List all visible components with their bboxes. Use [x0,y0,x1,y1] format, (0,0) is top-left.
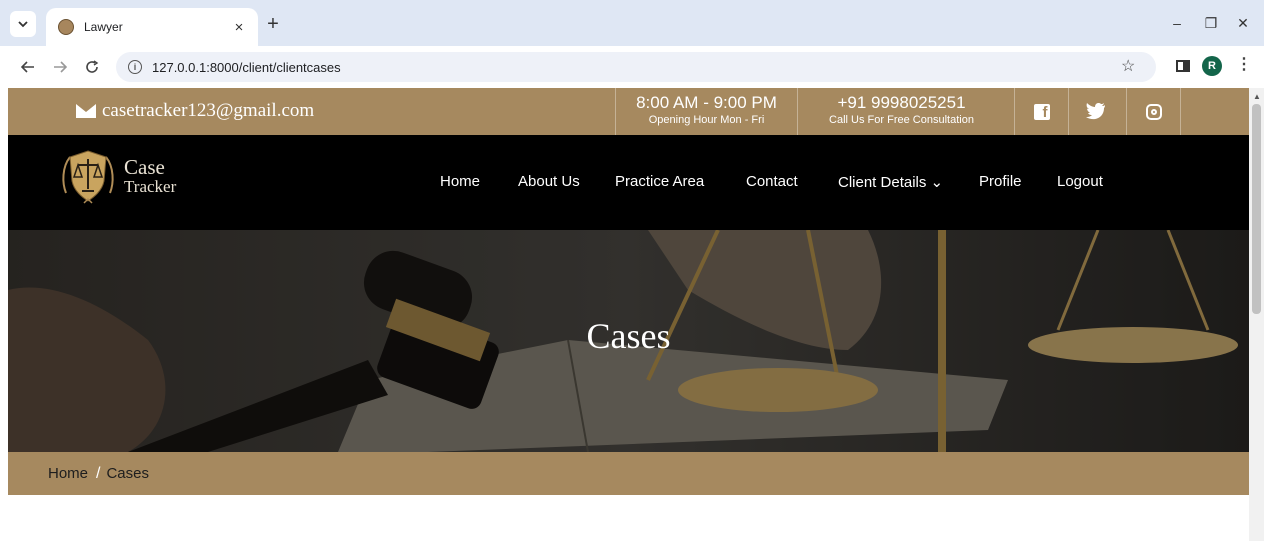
social-divider [1180,88,1181,135]
instagram-link[interactable] [1126,88,1180,135]
tab-title: Lawyer [84,20,123,34]
email-text: casetracker123@gmail.com [102,100,315,121]
profile-avatar[interactable]: R [1202,56,1222,76]
minimize-button[interactable]: – [1166,12,1188,34]
logo-text-line1: Case [124,155,165,179]
hero-banner: Cases [8,230,1249,452]
phone-contact: +91 9998025251 Call Us For Free Consulta… [797,88,1005,135]
nav-home[interactable]: Home [440,173,480,190]
nav-contact[interactable]: Contact [746,173,798,190]
breadcrumb-current: Cases [106,465,149,482]
opening-hours: 8:00 AM - 9:00 PM Opening Hour Mon - Fri [615,88,797,135]
back-button[interactable] [16,55,40,79]
twitter-link[interactable] [1068,88,1122,135]
twitter-icon [1085,103,1105,120]
phone-text: +91 9998025251 [837,93,966,112]
breadcrumb: Home / Cases [8,452,1249,495]
top-info-bar: casetracker123@gmail.com 8:00 AM - 9:00 … [8,88,1249,135]
reload-icon [86,60,99,73]
nav-logout[interactable]: Logout [1057,173,1103,190]
email-contact[interactable]: casetracker123@gmail.com [76,100,314,122]
facebook-link[interactable]: f [1014,88,1068,135]
browser-menu-icon[interactable]: ⋮ [1236,54,1252,74]
browser-tab-strip: Lawyer × + – ❐ ✕ [0,0,1264,46]
envelope-icon [76,104,96,118]
nav-client-details-dropdown[interactable]: Client Details ⌄ [838,173,943,191]
facebook-icon: f [1033,103,1050,120]
forward-button[interactable] [48,55,72,79]
forward-arrow-icon [54,61,67,73]
scroll-up-arrow-icon[interactable]: ▲ [1253,92,1261,101]
browser-toolbar: i 127.0.0.1:8000/client/clientcases ☆ R … [0,46,1264,88]
scales-shield-logo-icon [56,145,120,209]
nav-practice-area[interactable]: Practice Area [615,173,704,190]
browser-tab[interactable]: Lawyer × [46,8,258,46]
chevron-down-icon [18,20,28,27]
phone-subtext: Call Us For Free Consultation [829,114,974,126]
nav-client-details-label: Client Details [838,174,927,191]
nav-about-us[interactable]: About Us [518,173,580,190]
logo-text-line2: Tracker [124,177,177,196]
web-page: casetracker123@gmail.com 8:00 AM - 9:00 … [8,88,1249,541]
scrollbar-thumb[interactable] [1252,104,1261,314]
chevron-down-icon: ⌄ [930,174,944,191]
hours-text: 8:00 AM - 9:00 PM [636,93,777,112]
site-logo[interactable]: Case Tracker [56,145,176,209]
address-bar[interactable]: i 127.0.0.1:8000/client/clientcases [116,52,1156,82]
new-tab-button[interactable]: + [262,13,284,35]
nav-profile[interactable]: Profile [979,173,1022,190]
reload-button[interactable] [80,55,104,79]
url-text: 127.0.0.1:8000/client/clientcases [152,59,341,75]
back-arrow-icon [21,61,34,73]
scales-favicon-icon [58,19,74,35]
breadcrumb-separator: / [96,464,101,482]
side-panel-icon[interactable] [1176,60,1190,72]
tab-close-icon[interactable]: × [228,16,250,38]
breadcrumb-home-link[interactable]: Home [48,465,88,482]
site-info-icon[interactable]: i [128,60,142,74]
main-navbar: Case Tracker Home About Us Practice Area… [8,135,1249,230]
page-title: Cases [586,316,671,356]
bookmark-star-icon[interactable]: ☆ [1121,56,1135,76]
tab-search-button[interactable] [10,11,36,37]
window-close-button[interactable]: ✕ [1232,12,1254,34]
instagram-icon [1145,103,1162,120]
restore-button[interactable]: ❐ [1200,12,1222,34]
page-scrollbar[interactable]: ▲ [1249,88,1264,541]
hours-subtext: Opening Hour Mon - Fri [648,114,765,126]
